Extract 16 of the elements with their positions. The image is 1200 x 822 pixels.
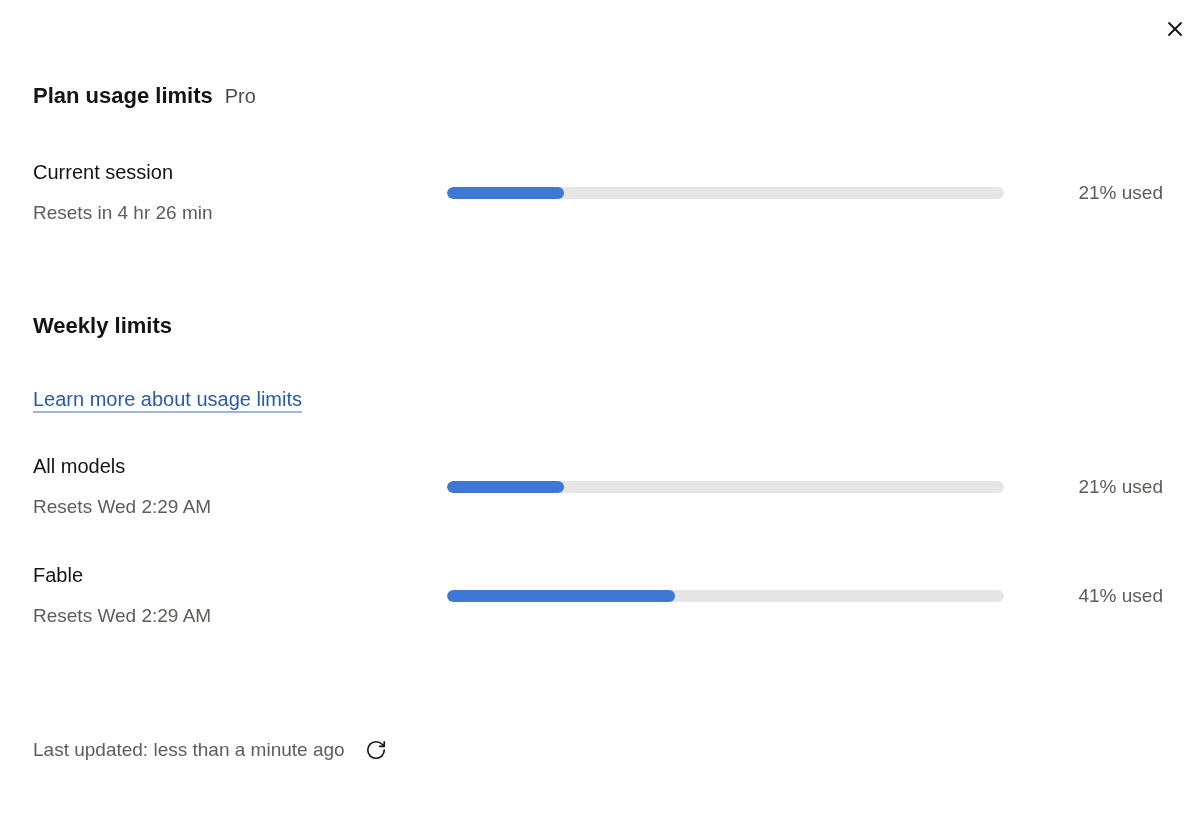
plan-name: Pro	[224, 84, 256, 109]
dialog-title: Plan usage limits	[33, 82, 213, 110]
section-title: Weekly limits	[33, 312, 172, 340]
refresh-icon	[364, 739, 387, 761]
limit-name: All models	[33, 454, 126, 479]
refresh-button[interactable]	[364, 739, 387, 761]
learn-more-link[interactable]: Learn more about usage limits	[33, 385, 303, 413]
last-updated-text: Last updated: less than a minute ago	[33, 738, 345, 762]
reset-time: Resets Wed 2:29 AM	[33, 495, 212, 519]
limit-name: Fable	[33, 563, 84, 588]
reset-time: Resets in 4 hr 26 min	[33, 201, 213, 225]
limit-name: Current session	[33, 160, 174, 185]
reset-time: Resets Wed 2:29 AM	[33, 604, 212, 628]
usage-reading: 21% used	[1078, 180, 1163, 205]
usage-reading: 21% used	[1078, 474, 1163, 499]
usage-reading: 41% used	[1078, 583, 1163, 608]
